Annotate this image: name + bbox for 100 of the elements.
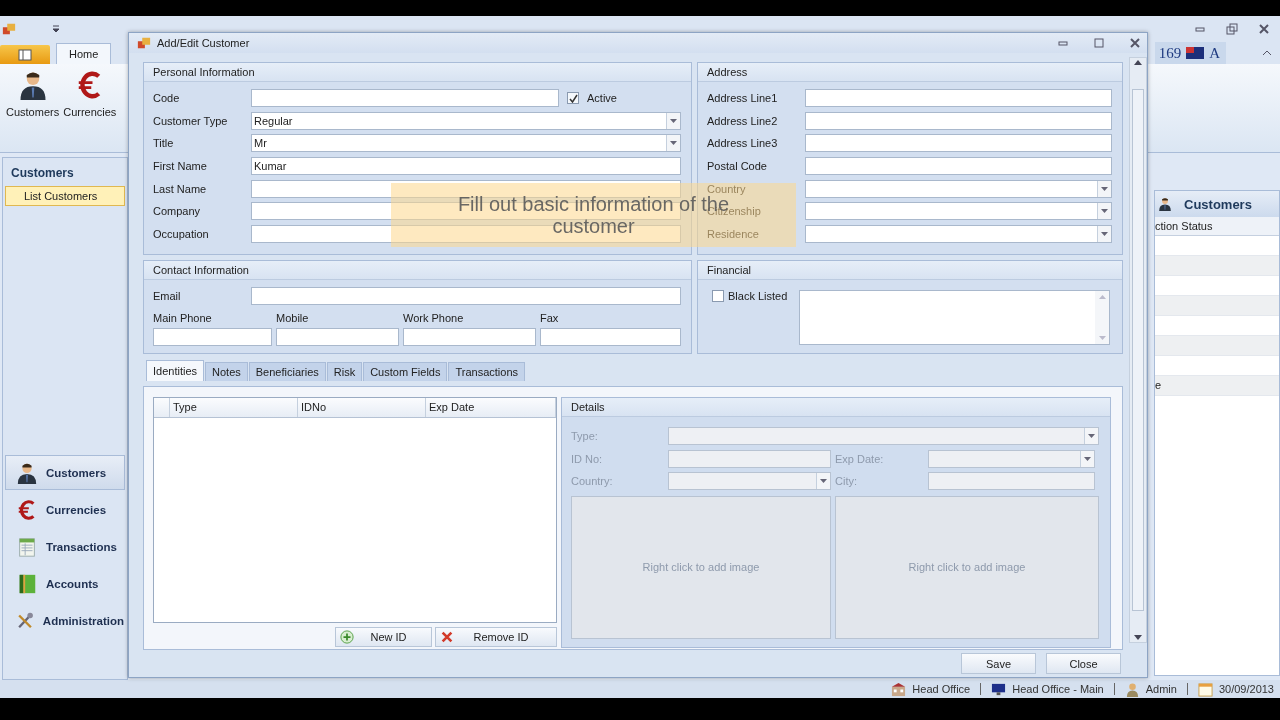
tab[interactable]: Transactions <box>448 362 525 382</box>
dialog-button[interactable]: Save <box>961 653 1036 675</box>
down-arrow-icon <box>1098 336 1106 341</box>
grid-button[interactable]: New ID <box>335 627 432 648</box>
text-field[interactable] <box>251 179 681 198</box>
maximize-icon[interactable] <box>1093 37 1105 50</box>
text-field[interactable] <box>540 327 681 346</box>
text-field[interactable] <box>805 111 1112 130</box>
field-label: Work Phone <box>403 311 465 326</box>
field-label: First Name <box>153 159 208 172</box>
text-field[interactable] <box>251 89 559 108</box>
building-icon <box>891 681 907 697</box>
restore-icon[interactable] <box>1226 23 1238 35</box>
dropdown-field[interactable] <box>805 179 1112 198</box>
text-field[interactable]: Kumar <box>251 156 681 175</box>
field-label: Exp Date: <box>834 452 885 465</box>
close-icon[interactable] <box>1258 23 1270 35</box>
tab[interactable]: Beneficiaries <box>248 362 326 382</box>
dropdown-field[interactable] <box>805 202 1112 221</box>
field-label: Occupation <box>153 227 210 240</box>
table-row[interactable]: e <box>1155 376 1279 396</box>
dropdown-field[interactable] <box>805 224 1112 243</box>
dropdown-field[interactable]: Regular <box>251 111 681 130</box>
app-menu-button[interactable] <box>0 45 50 64</box>
field-label: Mobile <box>276 311 310 326</box>
panel-title: Financial <box>698 261 1122 281</box>
tab[interactable]: Identities <box>146 360 205 382</box>
field-label: Address Line1 <box>707 92 779 105</box>
field-label: Postal Code <box>707 159 768 172</box>
checkbox[interactable] <box>712 290 724 303</box>
nav-section-button[interactable]: Accounts <box>5 566 125 601</box>
person-icon <box>1158 196 1172 212</box>
text-field[interactable] <box>276 327 399 346</box>
column-header[interactable]: ction Status <box>1155 217 1279 236</box>
field-label: Address Line2 <box>707 114 779 127</box>
table-row[interactable] <box>1155 296 1279 316</box>
dropdown-icon[interactable] <box>52 25 60 33</box>
status-text: Admin <box>1145 683 1177 695</box>
checkbox-label: Black Listed <box>728 290 788 303</box>
text-field[interactable] <box>805 156 1112 175</box>
text-field[interactable] <box>403 327 536 346</box>
ribbon-button[interactable]: Currencies <box>63 64 117 120</box>
up-arrow-icon <box>1098 295 1106 300</box>
flag-icon <box>1186 47 1205 59</box>
checkbox[interactable] <box>567 92 579 105</box>
nav-section-button[interactable]: Currencies <box>5 492 125 527</box>
dropdown-field[interactable]: Mr <box>251 134 681 153</box>
column-header[interactable]: Exp Date <box>426 398 556 418</box>
field-label: City: <box>834 475 858 488</box>
panel-title: Contact Information <box>144 261 691 281</box>
caret-icon <box>670 118 677 123</box>
field-label: Title <box>153 137 175 150</box>
nav-section-button[interactable]: Transactions <box>5 529 125 564</box>
badge-letter: A <box>1209 44 1220 62</box>
text-area[interactable] <box>799 290 1110 346</box>
field-label: Email <box>153 290 182 303</box>
field-label: Company <box>153 205 202 218</box>
text-field[interactable] <box>805 89 1112 108</box>
nav-item[interactable]: List Customers <box>5 186 125 206</box>
scrollbar[interactable] <box>1095 291 1109 345</box>
field-label: Code <box>153 92 181 105</box>
collapse-icon[interactable] <box>1262 50 1272 56</box>
column-header[interactable]: Type <box>170 398 298 418</box>
field-label: Main Phone <box>153 311 213 326</box>
field-label: Type: <box>571 430 599 443</box>
text-field[interactable] <box>251 287 681 306</box>
field-label: Fax <box>540 311 560 326</box>
table-row[interactable] <box>1155 336 1279 356</box>
caret-icon <box>820 479 827 484</box>
tab[interactable]: Risk <box>326 362 363 382</box>
field-label: Customer Type <box>153 114 229 127</box>
panel-title: Personal Information <box>144 63 691 83</box>
menu-icon <box>18 48 32 61</box>
scrollbar[interactable] <box>1129 57 1147 644</box>
dialog-button[interactable]: Close <box>1046 653 1121 675</box>
ribbon-tab[interactable]: Home <box>56 43 112 64</box>
pane-title: Customers <box>10 165 75 182</box>
caret-icon <box>1101 186 1108 191</box>
field-label: Residence <box>707 227 760 240</box>
text-field[interactable] <box>805 134 1112 153</box>
checkbox-label: Active <box>587 92 617 105</box>
nav-section-button[interactable]: Customers <box>5 455 125 490</box>
ribbon-button[interactable]: Customers <box>6 64 60 120</box>
nav-section-button[interactable]: Administration <box>5 603 125 638</box>
tab[interactable]: Notes <box>205 362 248 382</box>
badge-number: 169 <box>1158 44 1182 62</box>
field-label: Last Name <box>153 182 208 195</box>
caret-icon <box>1101 209 1108 214</box>
image-hint: Right click to add image <box>642 561 760 574</box>
delete-icon <box>440 630 454 645</box>
grid-button[interactable]: Remove ID <box>435 627 557 648</box>
column-header[interactable]: IDNo <box>298 398 426 418</box>
table-row[interactable] <box>1155 256 1279 276</box>
tab[interactable]: Custom Fields <box>363 362 448 382</box>
panel-title: Details <box>562 398 1110 418</box>
panel-title: Customers <box>1184 196 1252 212</box>
caret-icon <box>1088 434 1095 439</box>
text-field[interactable] <box>153 327 272 346</box>
close-icon[interactable] <box>1129 37 1141 50</box>
table-cell: e <box>1155 379 1162 391</box>
